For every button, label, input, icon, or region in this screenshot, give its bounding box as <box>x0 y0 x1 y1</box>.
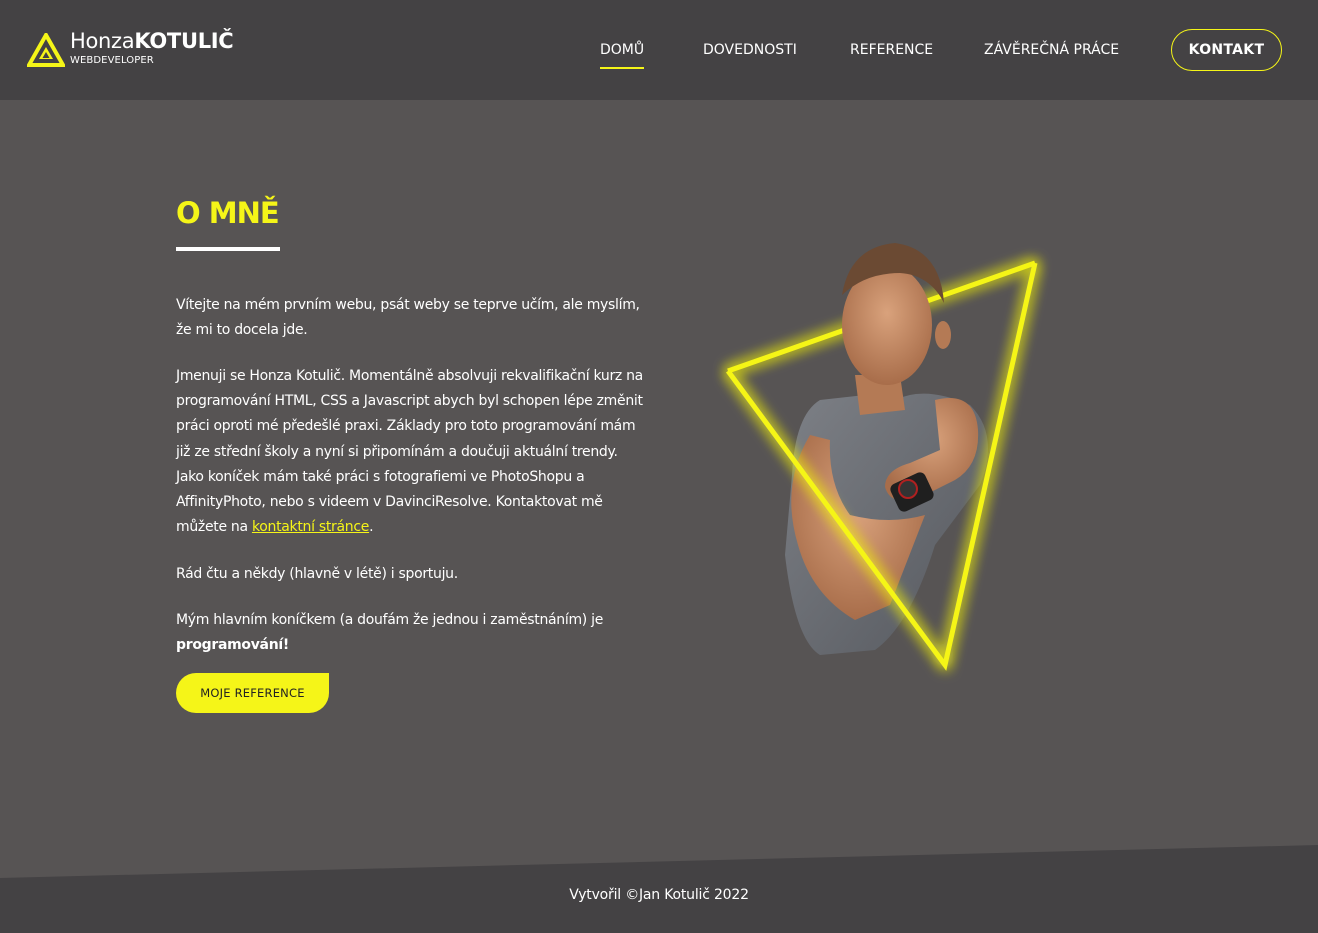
nav-item-reference[interactable]: REFERENCE <box>850 41 933 59</box>
about-paragraph-text: Jmenuji se Honza Kotulič. Momentálně abs… <box>176 368 643 536</box>
page-title: O MNĚ <box>176 196 280 230</box>
title-underline <box>176 247 280 251</box>
logo-last-name: KOTULIČ <box>134 29 234 53</box>
about-paragraph-end: . <box>369 519 374 536</box>
logo-name: HonzaKOTULIČ <box>70 28 234 54</box>
main-hobby-bold: programování! <box>176 637 289 654</box>
about-paragraph: Jmenuji se Honza Kotulič. Momentálně abs… <box>176 364 646 540</box>
contact-button[interactable]: KONTAKT <box>1171 29 1282 71</box>
portrait-image <box>725 243 1038 671</box>
contact-page-link[interactable]: kontaktní stránce <box>252 519 369 535</box>
triangle-logo-icon <box>27 33 65 67</box>
footer-copyright: Vytvořil ©Jan Kotulič 2022 <box>569 887 749 903</box>
nav-item-dovednosti[interactable]: DOVEDNOSTI <box>703 41 797 59</box>
site-header: HonzaKOTULIČ WEBDEVELOPER DOMŮ DOVEDNOST… <box>0 0 1318 100</box>
logo-first-name: Honza <box>70 29 135 53</box>
main-hobby-text: Mým hlavním koníčkem (a doufám že jednou… <box>176 612 604 628</box>
nav-item-domu[interactable]: DOMŮ <box>600 41 645 69</box>
hobby-paragraph: Rád čtu a někdy (hlavně v létě) i sportu… <box>176 566 458 582</box>
main-hobby-paragraph: Mým hlavním koníčkem (a doufám že jednou… <box>176 608 646 658</box>
nav-item-zaverecna-prace[interactable]: ZÁVĚREČNÁ PRÁCE <box>984 41 1119 59</box>
intro-paragraph: Vítejte na mém prvním webu, psát weby se… <box>176 297 640 339</box>
logo-tagline: WEBDEVELOPER <box>70 55 154 66</box>
my-references-button[interactable]: MOJE REFERENCE <box>176 673 329 713</box>
